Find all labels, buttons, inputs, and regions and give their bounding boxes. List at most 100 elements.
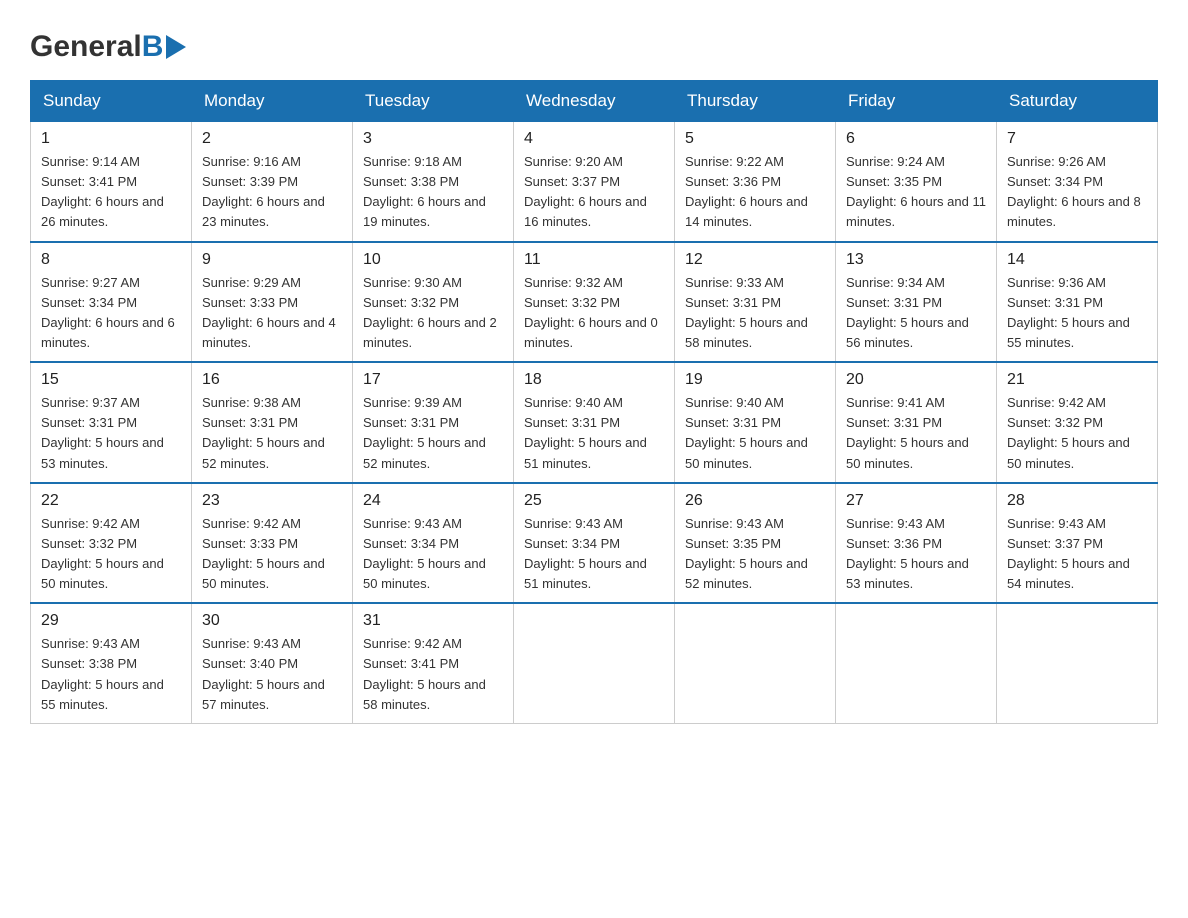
header-tuesday: Tuesday: [353, 81, 514, 122]
day-info: Sunrise: 9:43 AMSunset: 3:35 PMDaylight:…: [685, 514, 825, 595]
day-info: Sunrise: 9:14 AMSunset: 3:41 PMDaylight:…: [41, 152, 181, 233]
calendar-day-cell: 24 Sunrise: 9:43 AMSunset: 3:34 PMDayligh…: [353, 483, 514, 604]
day-number: 8: [41, 251, 181, 269]
day-number: 17: [363, 371, 503, 389]
day-info: Sunrise: 9:43 AMSunset: 3:34 PMDaylight:…: [524, 514, 664, 595]
page-header: GeneralB: [30, 20, 1158, 60]
calendar-day-cell: 26 Sunrise: 9:43 AMSunset: 3:35 PMDayligh…: [675, 483, 836, 604]
day-info: Sunrise: 9:36 AMSunset: 3:31 PMDaylight:…: [1007, 273, 1147, 354]
calendar-day-cell: 10 Sunrise: 9:30 AMSunset: 3:32 PMDayligh…: [353, 242, 514, 363]
day-number: 1: [41, 130, 181, 148]
day-info: Sunrise: 9:43 AMSunset: 3:38 PMDaylight:…: [41, 634, 181, 715]
day-number: 26: [685, 492, 825, 510]
day-number: 15: [41, 371, 181, 389]
calendar-day-cell: 5 Sunrise: 9:22 AMSunset: 3:36 PMDaylight…: [675, 122, 836, 242]
day-info: Sunrise: 9:20 AMSunset: 3:37 PMDaylight:…: [524, 152, 664, 233]
calendar-day-cell: 7 Sunrise: 9:26 AMSunset: 3:34 PMDaylight…: [997, 122, 1158, 242]
calendar-day-cell: 14 Sunrise: 9:36 AMSunset: 3:31 PMDayligh…: [997, 242, 1158, 363]
logo-general-text: GeneralB: [30, 30, 186, 64]
calendar-table: Sunday Monday Tuesday Wednesday Thursday…: [30, 80, 1158, 724]
day-number: 12: [685, 251, 825, 269]
day-info: Sunrise: 9:42 AMSunset: 3:41 PMDaylight:…: [363, 634, 503, 715]
day-number: 20: [846, 371, 986, 389]
day-info: Sunrise: 9:37 AMSunset: 3:31 PMDaylight:…: [41, 393, 181, 474]
calendar-day-cell: [675, 603, 836, 723]
day-number: 29: [41, 612, 181, 630]
calendar-day-cell: 4Sunrise: 9:20 AMSunset: 3:37 PMDaylight…: [514, 122, 675, 242]
day-info: Sunrise: 9:22 AMSunset: 3:36 PMDaylight:…: [685, 152, 825, 233]
day-info: Sunrise: 9:26 AMSunset: 3:34 PMDaylight:…: [1007, 152, 1147, 233]
day-info: Sunrise: 9:32 AMSunset: 3:32 PMDaylight:…: [524, 273, 664, 354]
day-info: Sunrise: 9:43 AMSunset: 3:37 PMDaylight:…: [1007, 514, 1147, 595]
calendar-day-cell: 15 Sunrise: 9:37 AMSunset: 3:31 PMDayligh…: [31, 362, 192, 483]
calendar-day-cell: 6 Sunrise: 9:24 AMSunset: 3:35 PMDaylight…: [836, 122, 997, 242]
day-info: Sunrise: 9:40 AMSunset: 3:31 PMDaylight:…: [524, 393, 664, 474]
day-info: Sunrise: 9:40 AMSunset: 3:31 PMDaylight:…: [685, 393, 825, 474]
day-number: 13: [846, 251, 986, 269]
calendar-day-cell: 25 Sunrise: 9:43 AMSunset: 3:34 PMDayligh…: [514, 483, 675, 604]
day-info: Sunrise: 9:43 AMSunset: 3:36 PMDaylight:…: [846, 514, 986, 595]
calendar-day-cell: [997, 603, 1158, 723]
day-number: 3: [363, 130, 503, 148]
day-info: Sunrise: 9:42 AMSunset: 3:32 PMDaylight:…: [41, 514, 181, 595]
calendar-day-cell: 21 Sunrise: 9:42 AMSunset: 3:32 PMDayligh…: [997, 362, 1158, 483]
header-friday: Friday: [836, 81, 997, 122]
day-info: Sunrise: 9:16 AMSunset: 3:39 PMDaylight:…: [202, 152, 342, 233]
calendar-day-cell: 2 Sunrise: 9:16 AMSunset: 3:39 PMDaylight…: [192, 122, 353, 242]
calendar-day-cell: 8 Sunrise: 9:27 AMSunset: 3:34 PMDaylight…: [31, 242, 192, 363]
day-info: Sunrise: 9:27 AMSunset: 3:34 PMDaylight:…: [41, 273, 181, 354]
day-number: 5: [685, 130, 825, 148]
day-number: 6: [846, 130, 986, 148]
day-info: Sunrise: 9:34 AMSunset: 3:31 PMDaylight:…: [846, 273, 986, 354]
day-number: 22: [41, 492, 181, 510]
day-info: Sunrise: 9:30 AMSunset: 3:32 PMDaylight:…: [363, 273, 503, 354]
day-number: 9: [202, 251, 342, 269]
calendar-day-cell: 28Sunrise: 9:43 AMSunset: 3:37 PMDayligh…: [997, 483, 1158, 604]
calendar-day-cell: 1 Sunrise: 9:14 AMSunset: 3:41 PMDaylight…: [31, 122, 192, 242]
day-info: Sunrise: 9:18 AMSunset: 3:38 PMDaylight:…: [363, 152, 503, 233]
logo-triangle-icon: [166, 35, 186, 59]
calendar-day-cell: 22 Sunrise: 9:42 AMSunset: 3:32 PMDayligh…: [31, 483, 192, 604]
header-thursday: Thursday: [675, 81, 836, 122]
header-sunday: Sunday: [31, 81, 192, 122]
logo: GeneralB: [30, 30, 186, 60]
day-number: 24: [363, 492, 503, 510]
day-number: 21: [1007, 371, 1147, 389]
calendar-day-cell: [514, 603, 675, 723]
calendar-day-cell: 20Sunrise: 9:41 AMSunset: 3:31 PMDayligh…: [836, 362, 997, 483]
calendar-week-row: 22 Sunrise: 9:42 AMSunset: 3:32 PMDayligh…: [31, 483, 1158, 604]
day-info: Sunrise: 9:42 AMSunset: 3:32 PMDaylight:…: [1007, 393, 1147, 474]
calendar-week-row: 29 Sunrise: 9:43 AMSunset: 3:38 PMDayligh…: [31, 603, 1158, 723]
header-monday: Monday: [192, 81, 353, 122]
calendar-header-row: Sunday Monday Tuesday Wednesday Thursday…: [31, 81, 1158, 122]
header-wednesday: Wednesday: [514, 81, 675, 122]
calendar-day-cell: 3 Sunrise: 9:18 AMSunset: 3:38 PMDaylight…: [353, 122, 514, 242]
day-number: 10: [363, 251, 503, 269]
day-number: 18: [524, 371, 664, 389]
calendar-day-cell: [836, 603, 997, 723]
calendar-week-row: 1 Sunrise: 9:14 AMSunset: 3:41 PMDaylight…: [31, 122, 1158, 242]
calendar-day-cell: 18 Sunrise: 9:40 AMSunset: 3:31 PMDayligh…: [514, 362, 675, 483]
day-number: 11: [524, 251, 664, 269]
calendar-day-cell: 17Sunrise: 9:39 AMSunset: 3:31 PMDayligh…: [353, 362, 514, 483]
calendar-day-cell: 11 Sunrise: 9:32 AMSunset: 3:32 PMDayligh…: [514, 242, 675, 363]
calendar-day-cell: 9 Sunrise: 9:29 AMSunset: 3:33 PMDaylight…: [192, 242, 353, 363]
day-info: Sunrise: 9:43 AMSunset: 3:34 PMDaylight:…: [363, 514, 503, 595]
day-info: Sunrise: 9:38 AMSunset: 3:31 PMDaylight:…: [202, 393, 342, 474]
calendar-day-cell: 29 Sunrise: 9:43 AMSunset: 3:38 PMDayligh…: [31, 603, 192, 723]
calendar-day-cell: 19 Sunrise: 9:40 AMSunset: 3:31 PMDayligh…: [675, 362, 836, 483]
day-number: 16: [202, 371, 342, 389]
day-info: Sunrise: 9:43 AMSunset: 3:40 PMDaylight:…: [202, 634, 342, 715]
day-number: 2: [202, 130, 342, 148]
day-number: 31: [363, 612, 503, 630]
calendar-day-cell: 27Sunrise: 9:43 AMSunset: 3:36 PMDayligh…: [836, 483, 997, 604]
calendar-day-cell: 16 Sunrise: 9:38 AMSunset: 3:31 PMDayligh…: [192, 362, 353, 483]
day-number: 19: [685, 371, 825, 389]
day-number: 25: [524, 492, 664, 510]
day-number: 23: [202, 492, 342, 510]
day-info: Sunrise: 9:24 AMSunset: 3:35 PMDaylight:…: [846, 152, 986, 233]
day-number: 14: [1007, 251, 1147, 269]
day-info: Sunrise: 9:29 AMSunset: 3:33 PMDaylight:…: [202, 273, 342, 354]
day-number: 30: [202, 612, 342, 630]
day-number: 7: [1007, 130, 1147, 148]
